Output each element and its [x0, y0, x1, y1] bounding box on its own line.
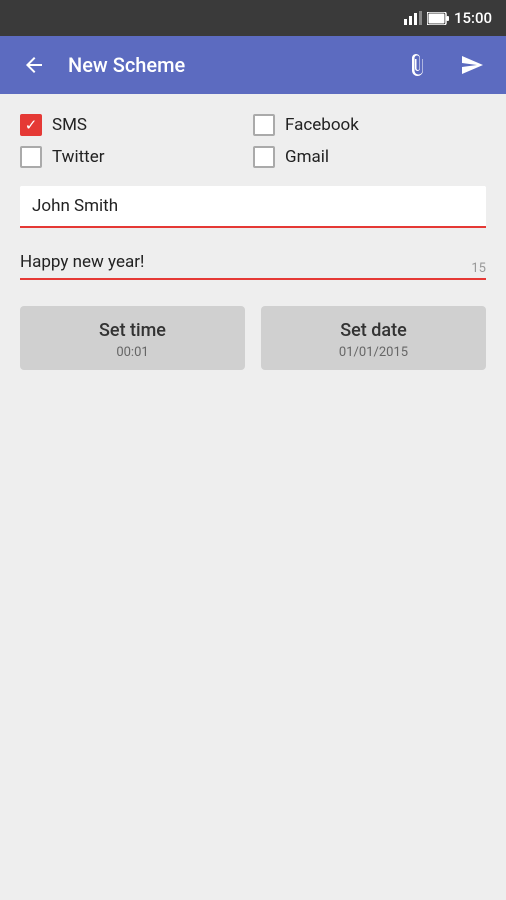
- signal-icon: [404, 11, 422, 25]
- set-time-button[interactable]: Set time 00:01: [20, 306, 245, 370]
- name-input-container: [20, 186, 486, 228]
- app-bar-actions: [400, 47, 490, 83]
- sms-label: SMS: [52, 115, 87, 135]
- set-date-label: Set date: [340, 320, 407, 341]
- checkbox-sms[interactable]: ✓ SMS: [20, 114, 253, 136]
- facebook-checkbox-box[interactable]: [253, 114, 275, 136]
- buttons-row: Set time 00:01 Set date 01/01/2015: [20, 306, 486, 370]
- app-bar: New Scheme: [0, 36, 506, 94]
- back-button[interactable]: [16, 47, 52, 83]
- main-content: ✓ SMS Facebook Twitter Gmail 15 Set time: [0, 94, 506, 900]
- status-icons: 15:00: [404, 9, 492, 27]
- twitter-checkbox-box[interactable]: [20, 146, 42, 168]
- status-bar: 15:00: [0, 0, 506, 36]
- name-input[interactable]: [20, 186, 486, 226]
- set-date-button[interactable]: Set date 01/01/2015: [261, 306, 486, 370]
- attach-button[interactable]: [400, 47, 436, 83]
- checkbox-grid: ✓ SMS Facebook Twitter Gmail: [20, 114, 486, 168]
- set-time-value: 00:01: [116, 345, 148, 360]
- checkbox-gmail[interactable]: Gmail: [253, 146, 486, 168]
- facebook-label: Facebook: [285, 115, 359, 135]
- status-time: 15:00: [454, 9, 492, 27]
- sms-check-icon: ✓: [25, 118, 38, 133]
- set-time-label: Set time: [99, 320, 166, 341]
- checkbox-facebook[interactable]: Facebook: [253, 114, 486, 136]
- battery-icon: [427, 12, 449, 25]
- message-input[interactable]: [20, 246, 486, 280]
- twitter-label: Twitter: [52, 147, 104, 167]
- gmail-label: Gmail: [285, 147, 329, 167]
- gmail-checkbox-box[interactable]: [253, 146, 275, 168]
- checkbox-twitter[interactable]: Twitter: [20, 146, 253, 168]
- attach-icon: [406, 53, 430, 77]
- back-arrow-icon: [22, 53, 46, 77]
- sms-checkbox-box[interactable]: ✓: [20, 114, 42, 136]
- set-date-value: 01/01/2015: [339, 345, 408, 360]
- send-button[interactable]: [454, 47, 490, 83]
- send-icon: [460, 53, 484, 77]
- char-count: 15: [471, 261, 486, 276]
- page-title: New Scheme: [68, 53, 384, 77]
- message-container: 15: [20, 246, 486, 284]
